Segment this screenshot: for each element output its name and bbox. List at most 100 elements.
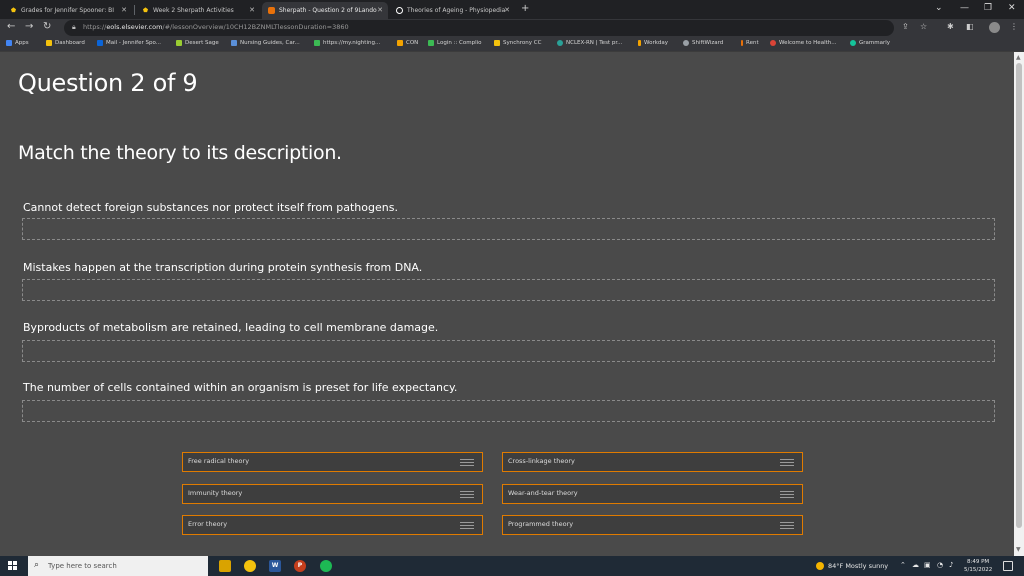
choice-wear-and-tear-theory[interactable]: Wear-and-tear theory [502, 484, 803, 504]
windows-taskbar: ⌕ Type here to search W P 84°F Mostly su… [0, 556, 1024, 576]
menu-kebab-icon[interactable]: ⋮ [1010, 22, 1018, 31]
bookmark-mail[interactable]: Mail - Jennifer Spo... [97, 40, 161, 46]
bookmark-dashboard[interactable]: Dashboard [46, 40, 85, 46]
bookmark-star-icon[interactable]: ☆ [920, 22, 927, 31]
weather-widget[interactable]: 84°F Mostly sunny [816, 562, 888, 570]
drag-handle-icon[interactable] [780, 522, 794, 529]
checkmark-icon [428, 40, 434, 46]
drag-handle-icon[interactable] [780, 459, 794, 466]
sun-icon [816, 562, 824, 570]
tab-grades[interactable]: ⬟ Grades for Jennifer Spooner: BI ✕ [4, 2, 132, 19]
choice-free-radical-theory[interactable]: Free radical theory [182, 452, 483, 472]
drop-zone-1[interactable] [22, 218, 995, 240]
bookmarks-bar: Apps Dashboard Mail - Jennifer Spo... De… [0, 37, 1024, 52]
onedrive-icon[interactable]: ☁ [912, 561, 919, 569]
drag-handle-icon[interactable] [460, 491, 474, 498]
bookmark-grammarly[interactable]: Grammarly [850, 40, 890, 46]
spotify-icon[interactable] [320, 560, 332, 572]
tab-week2[interactable]: ⬟ Week 2 Sherpath Activities ✕ [136, 2, 260, 19]
tray-chevron-up-icon[interactable]: ⌃ [900, 561, 906, 569]
choice-cross-linkage-theory[interactable]: Cross-linkage theory [502, 452, 803, 472]
powerpoint-icon[interactable]: P [294, 560, 306, 572]
bookmark-complio[interactable]: Login :: Complio [428, 40, 482, 46]
tab-favicon-icon [396, 7, 403, 14]
back-arrow-icon[interactable]: ← [7, 21, 15, 32]
description-2: Mistakes happen at the transcription dur… [23, 261, 423, 274]
notification-icon[interactable] [1003, 561, 1013, 571]
bookmark-nighting[interactable]: https://my.nighting... [314, 40, 380, 46]
browser-toolbar: ← → ↻ 🔒︎ https://eols.elsevier.com/#/les… [0, 19, 1024, 37]
reload-icon[interactable]: ↻ [43, 21, 51, 32]
file-explorer-icon[interactable] [219, 560, 231, 572]
restore-icon[interactable]: ❐ [984, 3, 992, 13]
close-window-icon[interactable]: ✕ [1008, 3, 1016, 13]
bookmark-workday[interactable]: Workday [638, 40, 668, 46]
tab-close-icon[interactable]: ✕ [121, 6, 127, 14]
description-4: The number of cells contained within an … [23, 381, 458, 394]
forward-arrow-icon[interactable]: → [25, 21, 33, 32]
bookmark-icon [741, 40, 743, 46]
bookmark-apps[interactable]: Apps [6, 40, 29, 46]
drag-handle-icon[interactable] [460, 522, 474, 529]
scroll-up-arrow-icon[interactable]: ▲ [1016, 54, 1021, 61]
bookmark-synchrony[interactable]: Synchrony CC [494, 40, 541, 46]
tab-favicon-icon: ⬟ [10, 7, 17, 14]
question-content-area: Question 2 of 9 Match the theory to its … [0, 52, 1014, 556]
tab-close-icon[interactable]: ✕ [504, 6, 510, 14]
address-bar[interactable]: 🔒︎ https://eols.elsevier.com/#/lessonOve… [64, 20, 894, 36]
share-icon[interactable]: ⇪ [902, 22, 909, 31]
choice-error-theory[interactable]: Error theory [182, 515, 483, 535]
chrome-icon[interactable] [244, 560, 256, 572]
drop-zone-4[interactable] [22, 400, 995, 422]
drop-zone-3[interactable] [22, 340, 995, 362]
minimize-icon[interactable]: — [960, 3, 969, 13]
drag-handle-icon[interactable] [780, 491, 794, 498]
tab-separator [134, 5, 135, 15]
choice-programmed-theory[interactable]: Programmed theory [502, 515, 803, 535]
bookmark-nclex[interactable]: NCLEX-RN | Test pr... [557, 40, 622, 46]
bookmark-rent[interactable]: Rent [741, 40, 759, 46]
tab-favicon-icon: ⬟ [142, 7, 149, 14]
bookmark-icon [231, 40, 237, 46]
description-3: Byproducts of metabolism are retained, l… [23, 321, 439, 334]
bookmark-desert-sage[interactable]: Desert Sage [176, 40, 219, 46]
sidebar-icon[interactable]: ◧ [966, 22, 974, 31]
tab-close-icon[interactable]: ✕ [249, 6, 255, 14]
bookmark-icon [397, 40, 403, 46]
question-instruction: Match the theory to its description. [18, 142, 342, 164]
tab-sherpath-active[interactable]: Sherpath - Question 2 of 9Lando ✕ [262, 2, 388, 19]
system-clock[interactable]: 8:49 PM 5/15/2022 [964, 558, 992, 574]
bookmark-shiftwizard[interactable]: ShiftWizard [683, 40, 723, 46]
scroll-down-arrow-icon[interactable]: ▼ [1016, 546, 1021, 553]
new-tab-icon[interactable]: + [521, 3, 529, 14]
tab-search-icon[interactable]: ⌄ [935, 3, 943, 13]
tab-favicon-icon [268, 7, 275, 14]
bookmark-icon [176, 40, 182, 46]
bookmark-con[interactable]: CON [397, 40, 418, 46]
choice-immunity-theory[interactable]: Immunity theory [182, 484, 483, 504]
drag-handle-icon[interactable] [460, 459, 474, 466]
search-icon: ⌕ [34, 560, 40, 570]
bookmark-icon [770, 40, 776, 46]
network-icon[interactable]: ◔ [937, 561, 943, 569]
profile-avatar[interactable] [989, 22, 1000, 33]
windows-start-icon[interactable] [8, 561, 18, 571]
volume-icon[interactable]: ♪ [949, 561, 953, 569]
taskbar-search-input[interactable]: ⌕ Type here to search [28, 556, 208, 576]
bookmark-icon [494, 40, 500, 46]
word-icon[interactable]: W [269, 560, 281, 572]
drop-zone-2[interactable] [22, 279, 995, 301]
bookmark-health[interactable]: Welcome to Health... [770, 40, 836, 46]
bookmark-icon [46, 40, 52, 46]
tab-physiopedia[interactable]: Theories of Ageing - Physiopedia ✕ [390, 2, 515, 19]
bookmark-nursing-guides[interactable]: Nursing Guides, Car... [231, 40, 300, 46]
tab-close-icon[interactable]: ✕ [377, 6, 383, 14]
page-scrollbar[interactable]: ▲ ▼ [1014, 52, 1024, 556]
url-text: https://eols.elsevier.com/#/lessonOvervi… [83, 23, 349, 31]
security-icon[interactable]: ▣ [924, 561, 931, 569]
extensions-icon[interactable]: ✱ [947, 22, 954, 31]
grammarly-icon [850, 40, 856, 46]
bookmark-icon [314, 40, 320, 46]
bookmark-icon [638, 40, 641, 46]
scroll-thumb[interactable] [1016, 63, 1022, 528]
